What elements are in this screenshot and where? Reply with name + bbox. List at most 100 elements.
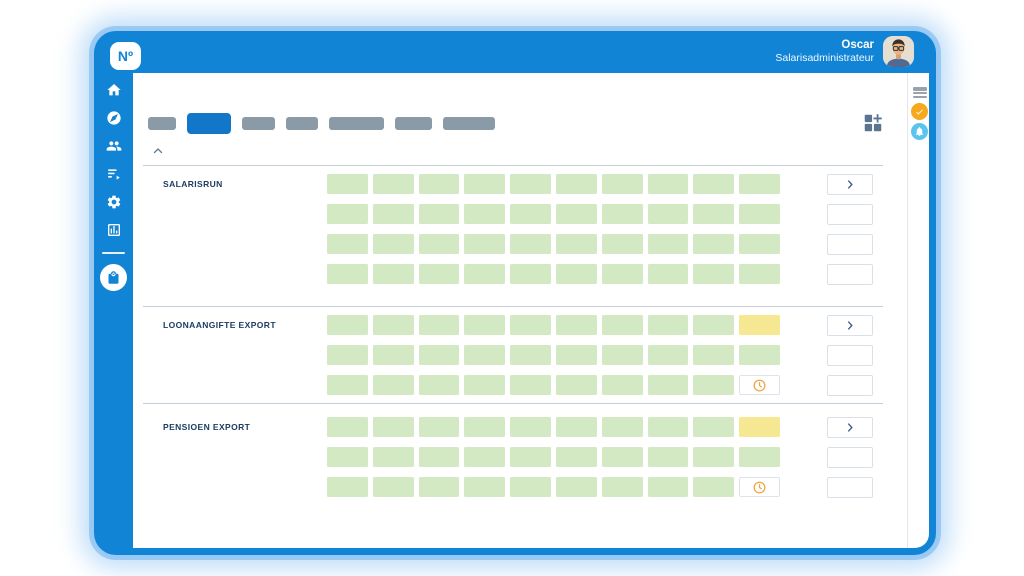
status-cell-green[interactable]: [556, 345, 597, 365]
status-cell-green[interactable]: [602, 204, 643, 224]
status-cell-green[interactable]: [648, 447, 689, 467]
action-box[interactable]: [827, 477, 873, 498]
status-cell-green[interactable]: [464, 264, 505, 284]
app-logo[interactable]: Nº: [110, 42, 141, 70]
status-cell-green[interactable]: [419, 264, 460, 284]
status-cell-green[interactable]: [373, 345, 414, 365]
status-cell-green[interactable]: [556, 447, 597, 467]
status-cell-yellow[interactable]: [739, 417, 780, 437]
menu-icon[interactable]: [911, 80, 928, 97]
status-cell-green[interactable]: [693, 345, 734, 365]
status-cell-green[interactable]: [556, 417, 597, 437]
status-cell-green[interactable]: [510, 204, 551, 224]
action-box[interactable]: [827, 447, 873, 468]
status-cell-green[interactable]: [739, 204, 780, 224]
avatar[interactable]: [883, 36, 914, 67]
status-cell-green[interactable]: [510, 345, 551, 365]
status-cell-green[interactable]: [556, 234, 597, 254]
toolbar-pill[interactable]: [286, 117, 318, 130]
toolbar-pill[interactable]: [329, 117, 384, 130]
status-cell-green[interactable]: [739, 345, 780, 365]
status-cell-green[interactable]: [602, 315, 643, 335]
status-cell-green[interactable]: [739, 234, 780, 254]
status-cell-green[interactable]: [327, 447, 368, 467]
action-box[interactable]: [827, 234, 873, 255]
status-cell-green[interactable]: [510, 477, 551, 497]
status-cell-green[interactable]: [556, 174, 597, 194]
status-cell-green[interactable]: [602, 264, 643, 284]
toolbar-pill-active[interactable]: [187, 113, 231, 134]
status-cell-green[interactable]: [693, 204, 734, 224]
status-cell-green[interactable]: [419, 174, 460, 194]
status-cell-green[interactable]: [602, 447, 643, 467]
status-cell-green[interactable]: [693, 477, 734, 497]
status-cell-green[interactable]: [648, 315, 689, 335]
status-cell-green[interactable]: [464, 234, 505, 254]
status-cell-green[interactable]: [739, 264, 780, 284]
action-box[interactable]: [827, 264, 873, 285]
status-cell-green[interactable]: [327, 264, 368, 284]
status-cell-green[interactable]: [648, 264, 689, 284]
status-cell-green[interactable]: [464, 447, 505, 467]
status-cell-green[interactable]: [602, 417, 643, 437]
status-cell-green[interactable]: [327, 477, 368, 497]
toolbar-pill[interactable]: [148, 117, 176, 130]
status-cell-green[interactable]: [419, 234, 460, 254]
status-cell-green[interactable]: [373, 234, 414, 254]
status-cell-green[interactable]: [373, 375, 414, 395]
status-cell-green[interactable]: [602, 477, 643, 497]
toolbar-pill[interactable]: [395, 117, 432, 130]
open-section-button[interactable]: [827, 174, 873, 195]
status-cell-green[interactable]: [419, 477, 460, 497]
sidebar-item-task-list[interactable]: [94, 162, 133, 186]
status-cell-green[interactable]: [693, 315, 734, 335]
sidebar-item-bar-chart[interactable]: [94, 218, 133, 242]
status-cell-green[interactable]: [464, 315, 505, 335]
status-cell-green[interactable]: [373, 477, 414, 497]
status-cell-green[interactable]: [693, 447, 734, 467]
status-cell-green[interactable]: [327, 375, 368, 395]
action-box[interactable]: [827, 204, 873, 225]
sidebar-item-people[interactable]: [94, 134, 133, 158]
status-cell-green[interactable]: [693, 375, 734, 395]
status-cell-green[interactable]: [327, 204, 368, 224]
status-cell-pending[interactable]: [739, 375, 780, 395]
status-cell-green[interactable]: [464, 174, 505, 194]
status-cell-green[interactable]: [373, 417, 414, 437]
status-cell-green[interactable]: [373, 204, 414, 224]
status-cell-green[interactable]: [373, 174, 414, 194]
status-cell-green[interactable]: [602, 234, 643, 254]
status-cell-green[interactable]: [464, 417, 505, 437]
status-cell-green[interactable]: [556, 315, 597, 335]
action-box[interactable]: [827, 345, 873, 366]
status-cell-green[interactable]: [510, 315, 551, 335]
status-cell-green[interactable]: [693, 417, 734, 437]
status-cell-green[interactable]: [510, 234, 551, 254]
status-cell-green[interactable]: [556, 477, 597, 497]
status-cell-green[interactable]: [556, 204, 597, 224]
sidebar-item-shopping-bag[interactable]: [94, 262, 133, 292]
status-cell-green[interactable]: [464, 204, 505, 224]
status-cell-green[interactable]: [693, 174, 734, 194]
status-cell-green[interactable]: [419, 204, 460, 224]
status-cell-green[interactable]: [464, 477, 505, 497]
status-cell-green[interactable]: [602, 174, 643, 194]
status-cell-green[interactable]: [464, 345, 505, 365]
user-menu[interactable]: Oscar Salarisadministrateur: [775, 36, 914, 67]
status-cell-green[interactable]: [327, 234, 368, 254]
status-cell-green[interactable]: [373, 447, 414, 467]
status-cell-green[interactable]: [419, 447, 460, 467]
status-cell-green[interactable]: [648, 345, 689, 365]
status-cell-green[interactable]: [327, 174, 368, 194]
status-cell-green[interactable]: [327, 315, 368, 335]
status-cell-green[interactable]: [648, 174, 689, 194]
status-cell-green[interactable]: [648, 417, 689, 437]
status-cell-pending[interactable]: [739, 477, 780, 497]
status-cell-green[interactable]: [556, 375, 597, 395]
dashboard-customize-icon[interactable]: [862, 112, 884, 134]
open-section-button[interactable]: [827, 315, 873, 336]
status-cell-green[interactable]: [510, 417, 551, 437]
status-cell-green[interactable]: [510, 447, 551, 467]
bell-circle-icon[interactable]: [911, 123, 928, 140]
status-cell-green[interactable]: [739, 447, 780, 467]
